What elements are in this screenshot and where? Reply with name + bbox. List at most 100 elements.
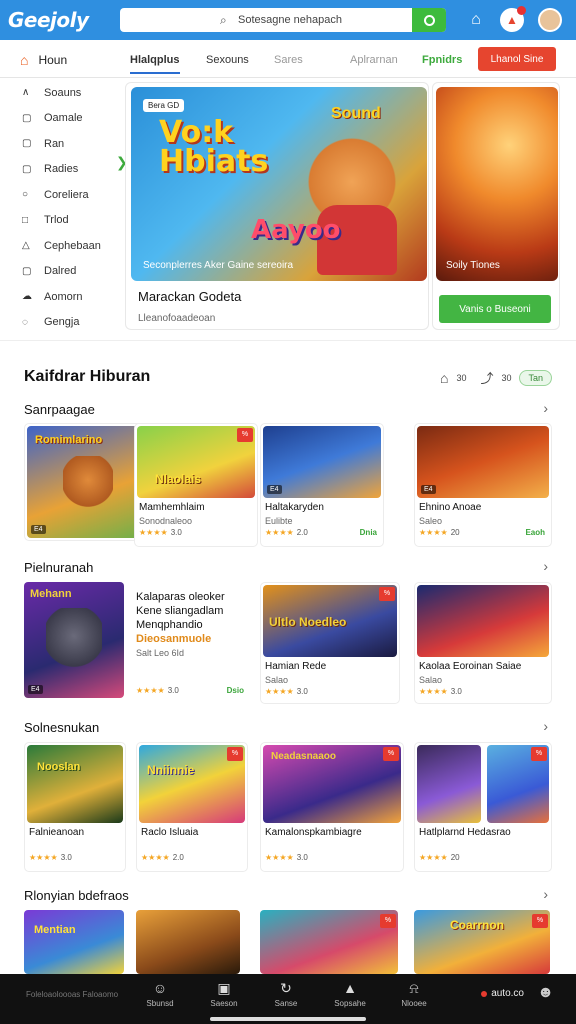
game-card[interactable]: Nniinnie % Raclo Isluaia ★★★★ 2.0 (136, 742, 248, 872)
sidebar-item-4[interactable]: ▢ Radies (0, 157, 120, 183)
game-thumbnail[interactable]: Ultlo Noedleo (263, 585, 397, 657)
sidebar-item-home[interactable]: ⌂ Houn (20, 52, 67, 68)
chevron-right-icon[interactable]: › (543, 886, 548, 902)
card-subtitle: Sonodnaleoo (139, 516, 193, 526)
tab-2[interactable]: Sexouns (206, 54, 249, 66)
search-button[interactable] (412, 8, 446, 32)
game-card[interactable]: E4 Ehnino Anoae Saleo ★★★★ 20 Eaoh (414, 423, 552, 547)
game-thumbnail[interactable]: E4 (263, 426, 381, 498)
nav-bar: ⌂ Houn Hlalqplus Sexouns Sares Aplrarnan… (0, 42, 576, 78)
search-input[interactable]: Sotesagne nehapach (238, 14, 342, 26)
chevron-right-icon[interactable]: › (543, 718, 548, 734)
game-card[interactable]: E4 Haltakaryden Eulibte ★★★★ 2.0 Dnia (260, 423, 384, 547)
home-icon: ⌂ (20, 52, 29, 68)
play-link[interactable]: Dnia (360, 528, 377, 537)
game-thumbnail[interactable]: Neadasnaaoo (263, 745, 401, 823)
bottom-nav-item-4[interactable]: ▲ Sopsahe (320, 980, 380, 1008)
game-card[interactable]: % Hatlplarnd Hedasrao ★★★★ 20 (414, 742, 552, 872)
sidebar-item-9[interactable]: ☁ Aomorn (0, 284, 120, 310)
card-title: Kamalonspkambiagre (265, 827, 362, 838)
bottom-nav-item-5[interactable]: ⍾ Nlooee (384, 980, 444, 1008)
refresh-icon: ↻ (280, 980, 292, 996)
sidebar-item-6[interactable]: □ Trlod (0, 208, 120, 234)
tab-4[interactable]: Aplrarnan (350, 54, 398, 66)
app-logo[interactable]: Geejoly (8, 8, 118, 32)
game-card[interactable]: Neadasnaaoo % Kamalonspkambiagre ★★★★ 3.0 (260, 742, 404, 872)
cloud-icon: ☁ (22, 291, 32, 303)
square-icon: □ (22, 214, 29, 226)
hero-side-button[interactable]: Vanis o Buseoni (439, 295, 551, 323)
card-subtitle: Salao (265, 675, 289, 685)
chevron-right-icon[interactable]: › (543, 400, 548, 416)
thumb-art-text: Neadasnaaoo (271, 751, 337, 762)
game-card[interactable]: Ultlo Noedleo % Hamian Rede Salao ★★★★ 3.… (260, 582, 400, 704)
game-thumbnail[interactable] (136, 910, 240, 974)
hero-side-card[interactable]: Soily Tiones Vanis o Buseoni (432, 82, 560, 330)
play-link[interactable]: Eaoh (525, 528, 545, 537)
chat-icon: ▢ (22, 138, 32, 150)
sidebar-item-2[interactable]: ▢ Oamale (0, 106, 120, 132)
status-dot (481, 990, 488, 997)
bottom-nav-item-1[interactable]: ☺ Sbunsd (130, 980, 190, 1008)
game-card[interactable]: Romimlarino E4 (24, 423, 148, 541)
featured-game-card[interactable]: Mehann E4 Kalaparas oleoker Kene slianga… (24, 582, 250, 700)
game-thumbnail[interactable]: Mentian (24, 910, 124, 974)
game-card[interactable] (136, 910, 242, 974)
game-card[interactable]: Nlaolais % Mamhemhlaim Sonodnaleoo ★★★★ 3… (134, 423, 258, 547)
bottom-nav-item-3[interactable]: ↻ Sanse (256, 980, 316, 1008)
user-icon[interactable]: ☻ (537, 984, 554, 1002)
play-link[interactable]: Dsio (227, 686, 244, 695)
home-icon[interactable]: ⌂ (440, 370, 448, 386)
bottom-right-link[interactable]: auto.co (481, 988, 524, 999)
game-card[interactable]: % (260, 910, 400, 974)
game-card[interactable]: Kaolaa Eoroinan Saiae Salao ★★★★ 3.0 (414, 582, 552, 704)
game-thumbnail[interactable]: Mehann E4 (24, 582, 124, 698)
chevron-right-icon[interactable]: › (543, 558, 548, 574)
tab-1[interactable]: Hlalqplus (130, 54, 180, 74)
game-card[interactable]: Coarrnon % (414, 910, 552, 974)
game-thumbnail[interactable]: E4 (417, 426, 549, 498)
sidebar-item-10[interactable]: ◌ Gengja (0, 310, 120, 336)
user-avatar[interactable] (538, 8, 562, 32)
hero-side-image[interactable]: Soily Tiones (436, 87, 558, 281)
star-rating: ★★★★ 3.0 (136, 686, 179, 695)
row-title-3: Solnesnukan (24, 720, 100, 735)
game-card[interactable]: Mentian (24, 910, 126, 974)
chat-icon: ▢ (22, 112, 32, 124)
home-icon[interactable]: ⌂ (464, 8, 488, 32)
game-thumbnail[interactable]: Coarrnon (414, 910, 550, 974)
game-thumbnail[interactable] (417, 745, 481, 823)
card-title: Hatlplarnd Hedasrao (419, 827, 511, 838)
face-icon: ☺ (152, 980, 168, 996)
notification-icon[interactable]: ▲ (500, 6, 526, 32)
sidebar-item-7[interactable]: △ Cephebaan (0, 233, 120, 259)
share-icon[interactable]: ⤴ (480, 368, 493, 387)
filter-pill[interactable]: Tan (519, 369, 552, 386)
hot-badge: % (380, 914, 396, 928)
search-bar[interactable]: ⌕ Sotesagne nehapach (120, 8, 446, 32)
tab-5[interactable]: Fpnidrs (422, 54, 462, 66)
star-rating: ★★★★ 3.0 (419, 687, 462, 696)
age-tag: E4 (31, 525, 46, 534)
hero-card[interactable]: Bera GD Vo:k Hbiats Sound Aayoo Seconpler… (125, 82, 429, 330)
tab-3[interactable]: Sares (274, 54, 303, 66)
sidebar-item-8[interactable]: ▢ Dalred (0, 259, 120, 285)
card-subtitle: Eulibte (265, 516, 293, 526)
sidebar-item-3[interactable]: ▢ Ran (0, 131, 120, 157)
chat-icon: ▢ (22, 163, 32, 175)
game-thumbnail[interactable]: Romimlarino E4 (27, 426, 145, 538)
game-thumbnail[interactable]: Nooslan (27, 745, 123, 823)
section-title: Kaifdrar Hiburan (24, 368, 151, 385)
login-button[interactable]: Lhanol Sine (478, 47, 556, 71)
bottom-nav-item-2[interactable]: ▣ Saeson (194, 980, 254, 1008)
hero-banner-image[interactable]: Bera GD Vo:k Hbiats Sound Aayoo Seconpler… (131, 87, 427, 281)
hot-badge: % (532, 914, 548, 928)
game-card[interactable]: Nooslan Falnieanoan ★★★★ 3.0 (24, 742, 126, 872)
game-thumbnail[interactable] (417, 585, 549, 657)
square-icon: ▢ (22, 265, 32, 277)
card-title: Falnieanoan (29, 827, 85, 838)
sidebar-item-5[interactable]: ○ Coreliera (0, 182, 120, 208)
hero-art-subtitle: Aayoo (251, 215, 341, 245)
game-thumbnail[interactable] (260, 910, 398, 974)
sidebar-item-1[interactable]: ∧ Soauns (0, 80, 120, 106)
